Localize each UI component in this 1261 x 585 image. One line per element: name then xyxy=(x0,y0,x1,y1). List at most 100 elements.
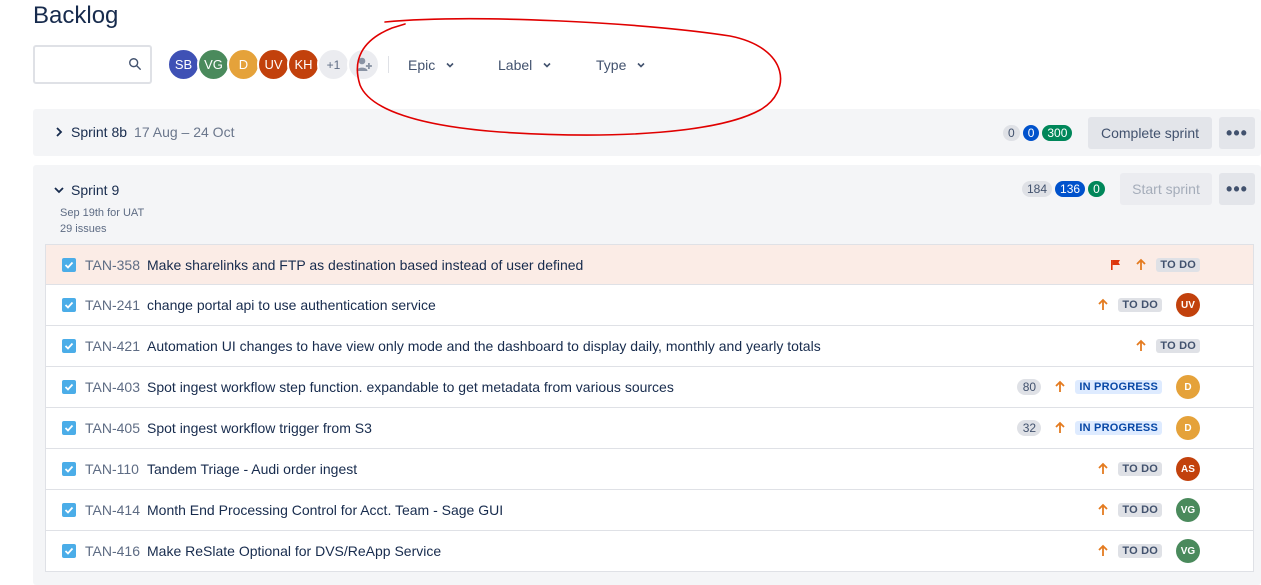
estimate-badge: 80 xyxy=(1017,379,1042,395)
priority-arrow-up-icon xyxy=(1055,380,1066,392)
search-icon xyxy=(129,58,141,70)
priority-arrow-up-icon xyxy=(1098,298,1108,310)
status-badge[interactable]: IN PROGRESS xyxy=(1075,380,1162,394)
issue-summary: Spot ingest workflow step function. expa… xyxy=(147,379,674,395)
issue-row[interactable]: TAN-405 Spot ingest workflow trigger fro… xyxy=(45,408,1254,449)
chevron-right-icon[interactable] xyxy=(53,126,65,138)
task-type-icon xyxy=(62,257,76,272)
chevron-down-icon xyxy=(446,62,454,68)
sprint-header[interactable]: Sprint 8b 17 Aug – 24 Oct xyxy=(53,124,234,140)
issue-key[interactable]: TAN-416 xyxy=(85,543,140,559)
issue-row[interactable]: TAN-414 Month End Processing Control for… xyxy=(45,490,1254,531)
avatar[interactable]: D xyxy=(1176,375,1200,399)
sprint-more-button[interactable]: ••• xyxy=(1219,173,1255,205)
avatar[interactable]: SB xyxy=(167,48,200,81)
priority-arrow-up-icon xyxy=(1098,544,1108,556)
label-filter-dropdown[interactable]: Label xyxy=(498,53,552,77)
issue-key[interactable]: TAN-414 xyxy=(85,502,140,518)
issue-summary: Automation UI changes to have view only … xyxy=(147,338,821,354)
sprint-issue-counts: 0 0 300 xyxy=(1003,125,1073,141)
issue-row[interactable]: TAN-358 Make sharelinks and FTP as desti… xyxy=(45,244,1254,285)
avatar[interactable]: D xyxy=(1176,416,1200,440)
filter-label: Label xyxy=(498,57,533,73)
search-input[interactable] xyxy=(33,45,152,84)
add-people-button[interactable] xyxy=(347,48,380,81)
start-sprint-button[interactable]: Start sprint xyxy=(1120,173,1212,205)
filter-label: Type xyxy=(596,57,627,73)
issue-meta: TO DO xyxy=(1134,336,1200,356)
sprint-issue-counts: 184 136 0 xyxy=(1022,181,1105,197)
priority-arrow-up-icon xyxy=(1055,421,1066,433)
in-progress-count-badge: 136 xyxy=(1055,181,1086,197)
issue-key[interactable]: TAN-110 xyxy=(85,461,139,477)
assignee-avatar-filter: SB VG D UV KH +1 xyxy=(167,48,380,81)
sprint-issue-count: 29 issues xyxy=(60,223,107,235)
avatar[interactable]: AS xyxy=(1176,457,1200,481)
sprint-goal: Sep 19th for UAT xyxy=(60,207,145,219)
issue-row[interactable]: TAN-110 Tandem Triage - Audi order inges… xyxy=(45,449,1254,490)
issue-meta: TO DO xyxy=(1110,255,1200,275)
status-badge[interactable]: TO DO xyxy=(1118,503,1162,517)
issue-meta: TO DO xyxy=(1096,500,1162,520)
task-type-icon xyxy=(62,298,76,312)
task-type-icon xyxy=(62,339,76,353)
issue-list: TAN-358 Make sharelinks and FTP as desti… xyxy=(45,244,1254,572)
chevron-down-icon xyxy=(543,62,551,68)
filter-label: Epic xyxy=(408,57,436,73)
issue-summary: change portal api to use authentication … xyxy=(147,297,436,313)
more-avatars-button[interactable]: +1 xyxy=(317,48,350,81)
chevron-down-icon[interactable] xyxy=(53,184,65,196)
issue-row[interactable]: TAN-416 Make ReSlate Optional for DVS/Re… xyxy=(45,531,1254,572)
avatar[interactable]: UV xyxy=(257,48,290,81)
issue-summary: Spot ingest workflow trigger from S3 xyxy=(147,420,372,436)
issue-key[interactable]: TAN-358 xyxy=(85,257,140,273)
avatar[interactable]: UV xyxy=(1176,293,1200,317)
avatar[interactable]: VG xyxy=(197,48,230,81)
epic-filter-dropdown[interactable]: Epic xyxy=(408,53,455,77)
estimate-badge: 32 xyxy=(1017,420,1042,436)
priority-arrow-up-icon xyxy=(1098,462,1108,474)
complete-sprint-button[interactable]: Complete sprint xyxy=(1088,117,1212,149)
task-type-icon xyxy=(62,421,76,435)
page-title: Backlog xyxy=(33,2,119,29)
issue-meta: 80 IN PROGRESS xyxy=(1017,377,1162,397)
issue-key[interactable]: TAN-403 xyxy=(85,379,140,395)
sprint-name: Sprint 9 xyxy=(71,182,120,198)
issue-row[interactable]: TAN-403 Spot ingest workflow step functi… xyxy=(45,367,1254,408)
status-badge[interactable]: TO DO xyxy=(1118,544,1162,558)
status-badge[interactable]: IN PROGRESS xyxy=(1075,421,1162,435)
task-type-icon xyxy=(62,462,76,476)
sprint-name: Sprint 8b xyxy=(71,124,128,140)
issue-meta: TO DO xyxy=(1096,459,1162,479)
status-badge[interactable]: TO DO xyxy=(1118,298,1162,312)
avatar[interactable]: VG xyxy=(1176,539,1200,563)
type-filter-dropdown[interactable]: Type xyxy=(596,53,646,77)
status-badge[interactable]: TO DO xyxy=(1156,339,1200,353)
avatar[interactable]: KH xyxy=(287,48,320,81)
avatar[interactable]: VG xyxy=(1176,498,1200,522)
status-badge[interactable]: TO DO xyxy=(1118,462,1162,476)
issue-summary: Month End Processing Control for Acct. T… xyxy=(147,502,504,518)
task-type-icon xyxy=(62,503,76,517)
done-count-badge: 0 xyxy=(1088,181,1105,197)
sprint-header[interactable]: Sprint 9 xyxy=(53,182,126,198)
sprint-dates: 17 Aug – 24 Oct xyxy=(134,124,235,140)
avatar[interactable]: D xyxy=(227,48,260,81)
issue-summary: Make sharelinks and FTP as destination b… xyxy=(147,256,584,273)
issue-meta: TO DO xyxy=(1096,541,1162,561)
issue-row[interactable]: TAN-421 Automation UI changes to have vi… xyxy=(45,326,1254,367)
status-badge[interactable]: TO DO xyxy=(1156,257,1200,272)
issue-row[interactable]: TAN-241 change portal api to use authent… xyxy=(45,285,1254,326)
issue-summary: Tandem Triage - Audi order ingest xyxy=(147,461,358,477)
sprint-more-button[interactable]: ••• xyxy=(1219,117,1255,149)
priority-arrow-up-icon xyxy=(1136,339,1146,351)
chevron-down-icon xyxy=(637,62,645,68)
issue-key[interactable]: TAN-421 xyxy=(85,338,140,354)
issue-key[interactable]: TAN-241 xyxy=(85,297,140,313)
flag-icon xyxy=(1111,259,1121,270)
issue-summary: Make ReSlate Optional for DVS/ReApp Serv… xyxy=(147,543,442,559)
todo-count-badge: 184 xyxy=(1022,181,1053,197)
add-user-icon xyxy=(356,57,372,71)
issue-key[interactable]: TAN-405 xyxy=(85,420,140,436)
task-type-icon xyxy=(62,380,76,394)
